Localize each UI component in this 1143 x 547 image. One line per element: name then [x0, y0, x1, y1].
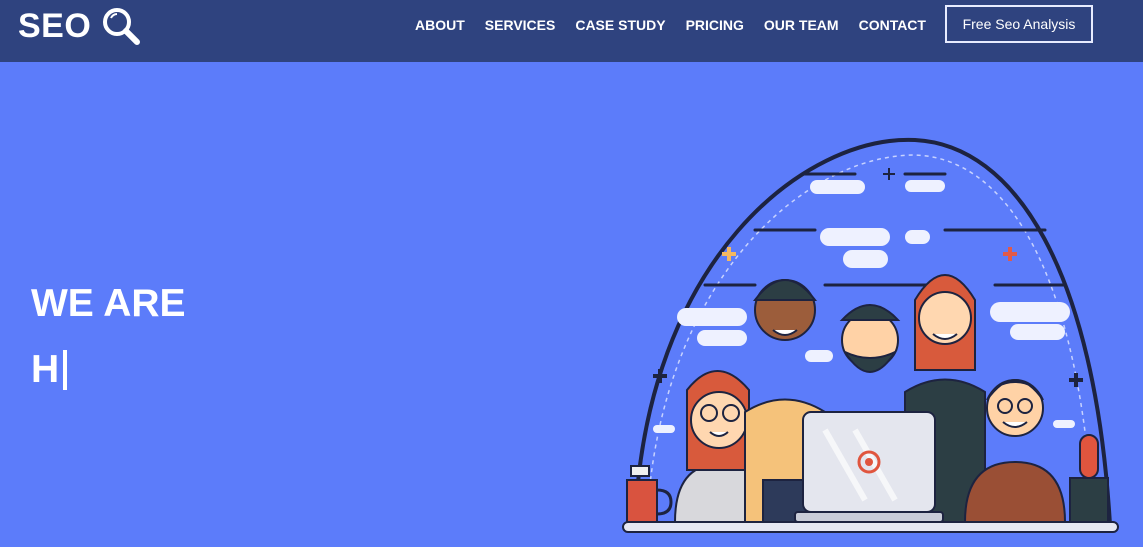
typing-text: H — [31, 348, 60, 391]
typing-caret — [63, 350, 68, 390]
hero-line-2: H — [31, 348, 186, 392]
hero-heading: WE ARE H — [31, 282, 186, 392]
top-navbar: SEO ABOUT SERVICES CASE STUDY PRICING OU… — [0, 0, 1143, 62]
nav-pricing-link[interactable]: PRICING — [686, 17, 744, 33]
hero-line-1: WE ARE — [31, 282, 186, 325]
nav-about-link[interactable]: ABOUT — [415, 17, 465, 33]
brand-name: SEO — [18, 6, 92, 45]
nav-case-study-link[interactable]: CASE STUDY — [575, 17, 665, 33]
magnifier-icon — [103, 8, 141, 45]
team-illustration — [622, 137, 1119, 533]
brand-logo[interactable]: SEO — [18, 6, 141, 46]
nav-our-team-link[interactable]: OUR TEAM — [764, 17, 839, 33]
nav-services-link[interactable]: SERVICES — [485, 17, 556, 33]
free-seo-analysis-button[interactable]: Free Seo Analysis — [945, 5, 1093, 43]
nav-contact-link[interactable]: CONTACT — [859, 17, 926, 33]
main-nav: ABOUT SERVICES CASE STUDY PRICING OUR TE… — [415, 0, 946, 50]
